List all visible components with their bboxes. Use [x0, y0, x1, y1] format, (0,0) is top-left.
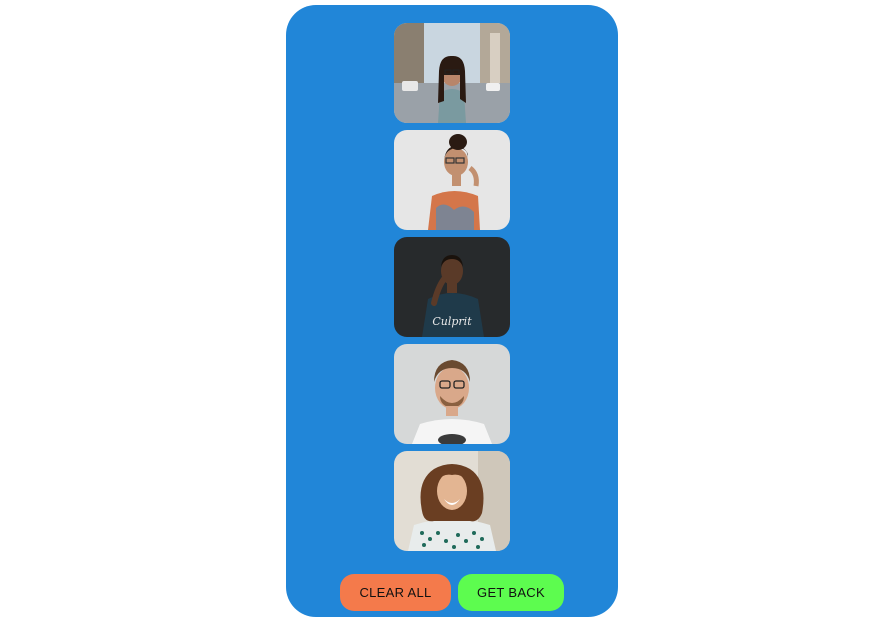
photo-item[interactable] — [394, 451, 510, 551]
portrait-woman-glasses-tattoo-photo — [394, 130, 510, 230]
page: Culprit CLEAR ALL GET BACK — [0, 0, 881, 623]
photo-item[interactable] — [394, 23, 510, 123]
portrait-man-glasses-white-tee-photo — [394, 344, 510, 444]
portrait-woman-curly-hair-smiling-photo — [394, 451, 510, 551]
get-back-button[interactable]: GET BACK — [458, 574, 564, 611]
photo-item[interactable]: Culprit — [394, 237, 510, 337]
portrait-woman-glasses-street-photo — [394, 23, 510, 123]
svg-text:Culprit: Culprit — [432, 315, 472, 328]
action-bar: CLEAR ALL GET BACK — [340, 574, 566, 611]
photo-panel: Culprit CLEAR ALL GET BACK — [286, 5, 618, 617]
photo-item[interactable] — [394, 344, 510, 444]
photo-item[interactable] — [394, 130, 510, 230]
photo-list: Culprit — [394, 23, 510, 558]
clear-all-button[interactable]: CLEAR ALL — [340, 574, 451, 611]
portrait-man-dark-shirt-photo: Culprit — [394, 237, 510, 337]
